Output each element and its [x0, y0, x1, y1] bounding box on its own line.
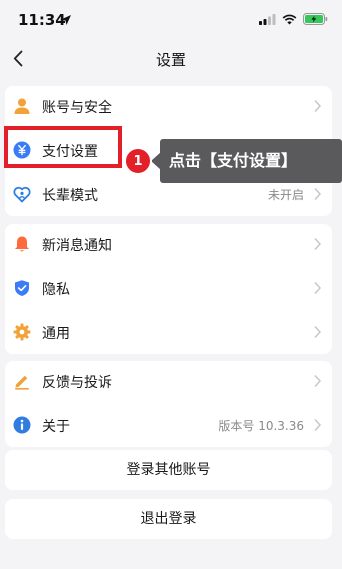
- location-arrow-icon: [61, 15, 71, 25]
- status-bar: 11:34: [0, 0, 342, 40]
- settings-group-general: 新消息通知 隐私 通用: [5, 224, 332, 354]
- settings-row-account-security[interactable]: 账号与安全: [5, 86, 332, 126]
- signal-icon: [259, 13, 276, 25]
- settings-row-privacy[interactable]: 隐私: [5, 268, 332, 308]
- settings-row-label: 账号与安全: [42, 100, 112, 116]
- nav-bar: 设置: [0, 40, 342, 78]
- settings-row-label: 通用: [42, 326, 70, 342]
- chevron-right-icon: [314, 418, 322, 432]
- chevron-right-icon: [314, 237, 322, 251]
- login-other-account-button[interactable]: 登录其他账号: [5, 450, 332, 490]
- chevron-right-icon: [314, 99, 322, 113]
- yuan-coin-icon: [13, 141, 31, 159]
- chevron-right-icon: [314, 187, 322, 201]
- settings-row-label: 关于: [42, 419, 70, 435]
- pencil-icon: [13, 372, 31, 390]
- settings-row-general[interactable]: 通用: [5, 312, 332, 352]
- shield-icon: [13, 279, 31, 297]
- user-icon: [13, 97, 31, 115]
- settings-row-label: 新消息通知: [42, 238, 112, 254]
- settings-row-label: 隐私: [42, 282, 70, 298]
- battery-charging-icon: [303, 13, 328, 25]
- wifi-icon: [282, 14, 297, 24]
- page-title: 设置: [155, 51, 186, 69]
- elder-mode-status: 未开启: [267, 188, 304, 202]
- settings-row-label: 支付设置: [42, 144, 98, 160]
- version-number: 版本号 10.3.36: [218, 419, 304, 433]
- settings-row-about[interactable]: 关于 版本号 10.3.36: [5, 405, 332, 445]
- gear-icon: [13, 323, 31, 341]
- heart-person-icon: [13, 185, 31, 203]
- bell-icon: [13, 235, 31, 253]
- step-badge: 1: [124, 147, 152, 175]
- settings-row-label: 长辈模式: [42, 188, 98, 204]
- settings-row-label: 反馈与投诉: [42, 375, 112, 391]
- settings-row-feedback[interactable]: 反馈与投诉: [5, 361, 332, 401]
- callout-text: 点击【支付设置】: [160, 139, 342, 183]
- status-time: 11:34: [18, 11, 66, 29]
- info-icon: [13, 416, 31, 434]
- chevron-right-icon: [314, 325, 322, 339]
- chevron-right-icon: [314, 374, 322, 388]
- settings-group-about: 反馈与投诉 关于 版本号 10.3.36: [5, 361, 332, 447]
- logout-button[interactable]: 退出登录: [5, 499, 332, 539]
- chevron-right-icon: [314, 281, 322, 295]
- settings-row-notifications[interactable]: 新消息通知: [5, 224, 332, 264]
